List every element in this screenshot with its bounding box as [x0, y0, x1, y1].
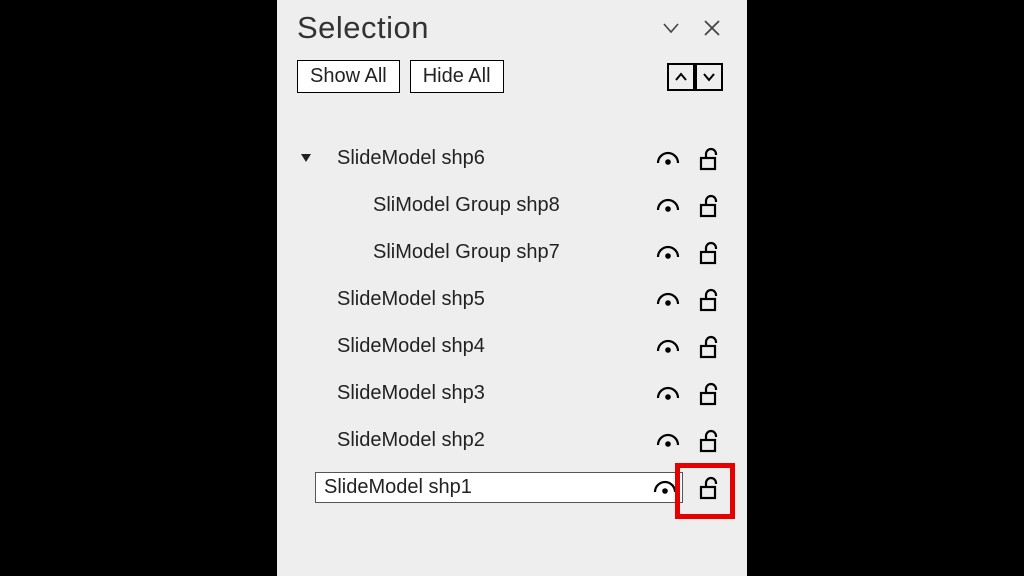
tree-item-label[interactable]: SlideModel shp6 [315, 147, 655, 170]
row-icons [655, 334, 729, 360]
lock-toggle[interactable] [697, 193, 721, 219]
chevron-up-icon [674, 70, 688, 84]
lock-toggle[interactable] [697, 334, 721, 360]
collapse-panel-button[interactable] [659, 16, 683, 40]
selection-panel: Selection Show All Hide All SlideModel s… [277, 0, 747, 576]
show-all-button[interactable]: Show All [297, 60, 400, 93]
tree-item-label[interactable]: SliModel Group shp8 [315, 194, 655, 217]
unlock-icon [697, 146, 721, 172]
tree-item-label[interactable]: SlideModel shp4 [315, 335, 655, 358]
tree-row[interactable]: SlideModel shp3 [297, 370, 729, 417]
tree-row[interactable]: SlideModel shp4 [297, 323, 729, 370]
eye-icon [655, 384, 681, 404]
tree-row[interactable]: SlideModel shp2 [297, 417, 729, 464]
expander[interactable] [297, 153, 315, 165]
eye-icon [652, 478, 678, 498]
row-icons [655, 287, 729, 313]
tree-row[interactable]: SlideModel shp5 [297, 276, 729, 323]
eye-icon [655, 243, 681, 263]
visibility-toggle[interactable] [655, 149, 681, 169]
chevron-down-icon [659, 16, 683, 40]
lock-toggle[interactable] [697, 428, 721, 454]
row-icons [655, 428, 729, 454]
row-icons [655, 381, 729, 407]
tree-item-label[interactable]: SlideModel shp2 [315, 429, 655, 452]
row-icons [655, 146, 729, 172]
lock-toggle[interactable] [697, 240, 721, 266]
close-icon [701, 17, 723, 39]
row-icons [655, 193, 729, 219]
move-up-button[interactable] [667, 63, 695, 91]
tree-row[interactable]: SlideModel shp1 [297, 464, 729, 511]
tree-row[interactable]: SliModel Group shp7 [297, 229, 729, 276]
header-controls [659, 16, 729, 40]
eye-icon [655, 337, 681, 357]
row-icons [655, 240, 729, 266]
close-panel-button[interactable] [701, 17, 723, 39]
lock-toggle[interactable] [697, 146, 721, 172]
tree-item-label[interactable]: SlideModel shp5 [315, 288, 655, 311]
visibility-toggle[interactable] [655, 196, 681, 216]
reorder-buttons [667, 63, 729, 91]
unlock-icon [697, 475, 721, 501]
unlock-icon [697, 334, 721, 360]
collapse-triangle-icon [300, 153, 312, 165]
toolbar-buttons: Show All Hide All [297, 60, 504, 93]
selection-tree: SlideModel shp6 SliModel Group shp8 SliMod… [297, 135, 729, 511]
eye-icon [655, 196, 681, 216]
eye-icon [655, 290, 681, 310]
chevron-down-icon [702, 70, 716, 84]
panel-title: Selection [297, 10, 429, 46]
visibility-toggle[interactable] [655, 290, 681, 310]
tree-item-label[interactable]: SliModel Group shp7 [315, 241, 655, 264]
tree-item-label[interactable]: SlideModel shp1 [324, 476, 652, 499]
unlock-icon [697, 287, 721, 313]
lock-toggle[interactable] [697, 381, 721, 407]
panel-header: Selection [297, 10, 729, 46]
visibility-toggle[interactable] [655, 431, 681, 451]
toolbar: Show All Hide All [297, 60, 729, 93]
lock-toggle[interactable] [697, 475, 721, 501]
tree-row[interactable]: SlideModel shp6 [297, 135, 729, 182]
visibility-toggle[interactable] [652, 478, 678, 498]
lock-toggle[interactable] [697, 287, 721, 313]
eye-icon [655, 431, 681, 451]
unlock-icon [697, 428, 721, 454]
tree-row[interactable]: SliModel Group shp8 [297, 182, 729, 229]
selected-item-box: SlideModel shp1 [315, 472, 683, 503]
unlock-icon [697, 193, 721, 219]
unlock-icon [697, 381, 721, 407]
visibility-toggle[interactable] [655, 337, 681, 357]
visibility-toggle[interactable] [655, 384, 681, 404]
visibility-toggle[interactable] [655, 243, 681, 263]
tree-item-label[interactable]: SlideModel shp3 [315, 382, 655, 405]
eye-icon [655, 149, 681, 169]
move-down-button[interactable] [695, 63, 723, 91]
hide-all-button[interactable]: Hide All [410, 60, 504, 93]
unlock-icon [697, 240, 721, 266]
